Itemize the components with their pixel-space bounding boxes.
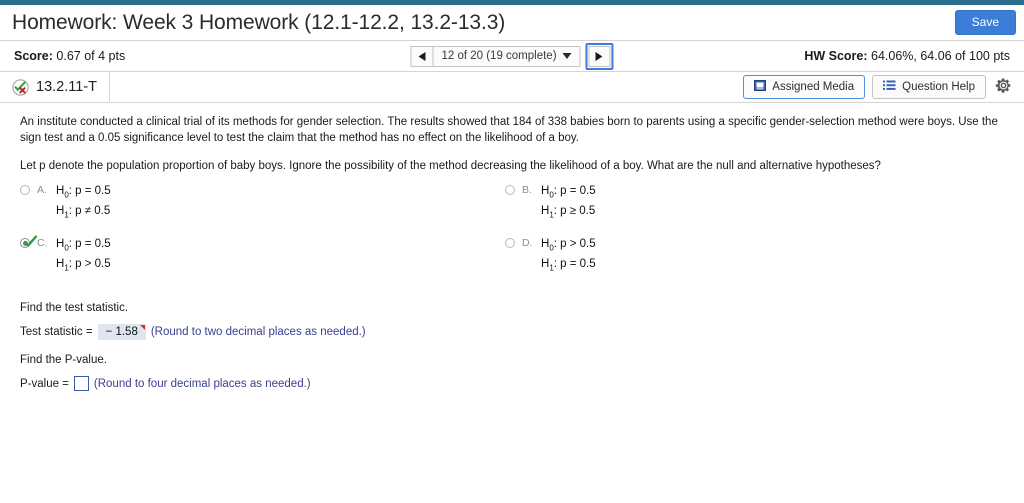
answer-choices-left-column: A. H0: p = 0.5 H1: p ≠ 0.5 C. H0: p = 0.… xyxy=(20,183,505,288)
test-statistic-label: Test statistic = xyxy=(20,326,93,339)
test-statistic-row: Test statistic = − 1.58 (Round to two de… xyxy=(20,324,1006,341)
partially-correct-icon xyxy=(12,78,29,96)
triangle-left-icon xyxy=(417,51,426,61)
choice-letter-c: C. xyxy=(37,236,48,249)
question-selector-value: 12 of 20 (19 complete) xyxy=(441,50,557,62)
question-selector-dropdown[interactable]: 12 of 20 (19 complete) xyxy=(432,45,581,67)
score-label: Score: xyxy=(14,49,53,63)
choice-letter-d: D. xyxy=(522,236,533,249)
choice-d-h1: H1: p = 0.5 xyxy=(541,257,596,273)
choice-b-h1: H1: p ≥ 0.5 xyxy=(541,205,596,220)
triangle-right-icon xyxy=(595,51,604,61)
choice-a-h0: H0: p = 0.5 xyxy=(56,185,111,200)
gear-icon xyxy=(995,77,1012,97)
assigned-media-button[interactable]: Assigned Media xyxy=(743,75,866,99)
question-number-cell: 13.2.11-T xyxy=(0,71,110,103)
settings-button[interactable] xyxy=(993,77,1014,97)
p-value-hint: (Round to four decimal places as needed.… xyxy=(93,377,311,390)
question-help-label: Question Help xyxy=(902,81,975,93)
question-navigation: 12 of 20 (19 complete) xyxy=(410,42,614,70)
choice-option-b[interactable]: B. H0: p = 0.5 H1: p ≥ 0.5 xyxy=(505,183,990,224)
chevron-down-icon xyxy=(562,50,572,62)
next-question-focus-ring xyxy=(585,42,614,70)
answer-choices: A. H0: p = 0.5 H1: p ≠ 0.5 C. H0: p = 0.… xyxy=(20,183,1006,288)
next-question-button[interactable] xyxy=(588,45,611,67)
choice-a-hypotheses: H0: p = 0.5 H1: p ≠ 0.5 xyxy=(56,183,111,224)
media-icon xyxy=(754,80,767,94)
homework-score: HW Score: 64.06%, 64.06 of 100 pts xyxy=(804,49,1010,63)
radio-b-wrap xyxy=(505,185,517,197)
previous-question-button[interactable] xyxy=(410,45,433,67)
radio-a-wrap xyxy=(20,185,32,197)
question-stem: An institute conducted a clinical trial … xyxy=(20,116,998,144)
hw-score-value: 64.06%, 64.06 of 100 pts xyxy=(871,49,1010,63)
choice-a-h1: H1: p ≠ 0.5 xyxy=(56,205,111,220)
page-title: Homework: Week 3 Homework (12.1-12.2, 13… xyxy=(12,10,506,34)
choice-option-d[interactable]: D. H0: p > 0.5 H1: p = 0.5 xyxy=(505,236,990,277)
green-check-icon xyxy=(23,234,38,248)
assigned-media-label: Assigned Media xyxy=(772,81,855,93)
test-statistic-value: − 1.58 xyxy=(105,326,138,339)
choice-letter-a: A. xyxy=(37,184,47,196)
choice-c-h0: H0: p = 0.5 xyxy=(56,237,111,252)
choice-option-c[interactable]: C. H0: p = 0.5 H1: p > 0.5 xyxy=(20,234,505,277)
question-header: 13.2.11-T Assigned Media Question Help xyxy=(0,71,1024,103)
choice-d-hypotheses: H0: p > 0.5 H1: p = 0.5 xyxy=(541,236,596,277)
score-bar: Score: 0.67 of 4 pts 12 of 20 (19 comple… xyxy=(0,40,1024,72)
question-subprompt: Let p denote the population proportion o… xyxy=(20,160,881,172)
test-statistic-input[interactable]: − 1.58 xyxy=(97,324,146,341)
question-header-actions: Assigned Media Question Help xyxy=(743,75,1014,99)
answer-choices-right-column: B. H0: p = 0.5 H1: p ≥ 0.5 D. H0: p > 0.… xyxy=(505,183,990,288)
radio-button-b[interactable] xyxy=(505,185,515,195)
save-button[interactable]: Save xyxy=(954,9,1016,36)
list-icon xyxy=(883,80,896,94)
incorrect-flag-icon xyxy=(139,325,145,331)
p-value-prompt: Find the P-value. xyxy=(20,354,107,367)
choice-letter-b: B. xyxy=(522,184,532,196)
test-statistic-hint: (Round to two decimal places as needed.) xyxy=(150,326,366,339)
title-bar: Homework: Week 3 Homework (12.1-12.2, 13… xyxy=(0,5,1024,40)
choice-c-hypotheses: H0: p = 0.5 H1: p > 0.5 xyxy=(56,236,111,277)
p-value-label: P-value = xyxy=(20,377,69,390)
radio-button-a[interactable] xyxy=(20,185,30,195)
choice-b-h0: H0: p = 0.5 xyxy=(541,185,596,200)
p-value-row: P-value = (Round to four decimal places … xyxy=(20,376,1006,392)
radio-button-d[interactable] xyxy=(505,237,515,248)
choice-option-a[interactable]: A. H0: p = 0.5 H1: p ≠ 0.5 xyxy=(20,183,505,224)
score-summary: Score: 0.67 of 4 pts xyxy=(14,49,125,63)
hw-score-label: HW Score: xyxy=(804,49,868,63)
choice-b-hypotheses: H0: p = 0.5 H1: p ≥ 0.5 xyxy=(541,183,596,224)
choice-d-h0: H0: p > 0.5 xyxy=(541,237,596,252)
p-value-input[interactable] xyxy=(73,376,89,392)
question-body: An institute conducted a clinical trial … xyxy=(0,103,1024,392)
score-value: 0.67 of 4 pts xyxy=(56,49,126,63)
choice-c-h1: H1: p > 0.5 xyxy=(56,257,111,273)
test-statistic-prompt: Find the test statistic. xyxy=(20,302,129,315)
radio-d-wrap xyxy=(505,237,517,250)
question-help-button[interactable]: Question Help xyxy=(872,75,986,99)
radio-c-wrap xyxy=(20,234,38,250)
question-number: 13.2.11-T xyxy=(36,79,97,95)
